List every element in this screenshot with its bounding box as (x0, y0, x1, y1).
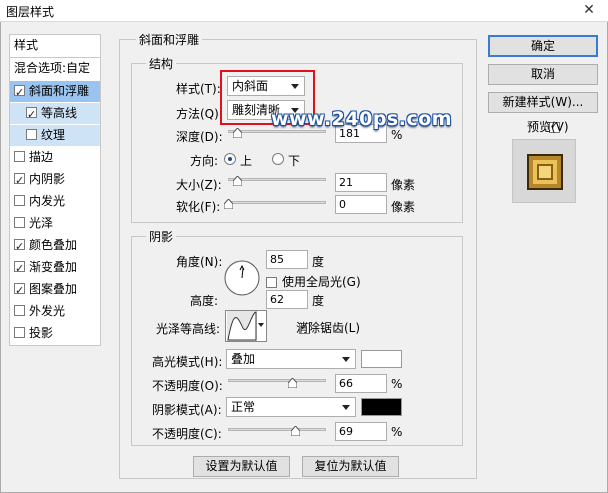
checkbox-outer-glow[interactable] (14, 305, 25, 316)
checkbox-texture[interactable] (26, 129, 37, 140)
style-item-bevel-emboss[interactable]: 斜面和浮雕 (10, 81, 100, 103)
soften-input[interactable]: 0 (335, 195, 387, 214)
chevron-down-icon (342, 357, 350, 362)
highlight-opacity-label: 不透明度(O): (152, 379, 223, 393)
highlight-opacity-slider-thumb[interactable] (288, 378, 297, 388)
preview-swatch-icon (527, 154, 563, 190)
depth-label: 深度(D): (176, 130, 223, 144)
checkbox-bevel-emboss[interactable] (14, 82, 25, 103)
altitude-input[interactable]: 62 (266, 290, 308, 309)
size-slider-track[interactable] (228, 178, 326, 181)
altitude-label: 高度: (190, 294, 219, 308)
style-preview-thumbnail (512, 139, 576, 203)
style-item-pattern-overlay[interactable]: 图案叠加 (10, 279, 100, 301)
direction-up-label: 上 (240, 154, 253, 168)
checkbox-inner-shadow[interactable] (14, 170, 25, 191)
soften-slider-track[interactable] (228, 201, 326, 204)
soften-unit: 像素 (391, 200, 416, 214)
blend-options-item[interactable]: 混合选项:自定 (10, 57, 100, 78)
checkbox-inner-glow[interactable] (14, 195, 25, 206)
direction-label: 方向: (190, 154, 219, 168)
global-light-checkbox[interactable] (266, 277, 277, 288)
angle-input[interactable]: 85 (266, 250, 308, 269)
style-item-stroke[interactable]: 描边 (10, 147, 100, 168)
style-item-gradient-overlay[interactable]: 渐变叠加 (10, 257, 100, 279)
contour-curve-icon (227, 311, 257, 341)
altitude-unit: 度 (312, 294, 325, 308)
ok-button[interactable]: 确定 (488, 35, 598, 57)
shadow-opacity-unit: % (391, 425, 403, 439)
checkbox-stroke[interactable] (14, 151, 25, 162)
style-item-texture[interactable]: 纹理 (10, 125, 100, 146)
style-item-inner-shadow[interactable]: 内阴影 (10, 169, 100, 191)
gloss-contour-picker[interactable] (225, 310, 267, 342)
style-item-color-overlay[interactable]: 颜色叠加 (10, 235, 100, 257)
preview-label: 预览(V) (527, 120, 569, 134)
highlight-opacity-input[interactable]: 66 (335, 374, 387, 393)
style-item-satin[interactable]: 光泽 (10, 213, 100, 234)
style-item-inner-glow[interactable]: 内发光 (10, 191, 100, 212)
depth-unit: % (391, 128, 403, 142)
angle-unit: 度 (312, 255, 325, 269)
soften-slider-thumb[interactable] (224, 199, 233, 209)
checkbox-color-overlay[interactable] (14, 236, 25, 257)
chevron-down-icon (342, 405, 350, 410)
size-slider-thumb[interactable] (233, 176, 242, 186)
new-style-button[interactable]: 新建样式(W)... (488, 92, 598, 113)
checkbox-pattern-overlay[interactable] (14, 280, 25, 301)
chevron-down-icon (258, 323, 264, 327)
direction-up-radio[interactable] (224, 153, 236, 165)
watermark-text: www.240ps.com (271, 108, 453, 130)
size-unit: 像素 (391, 178, 416, 192)
gloss-contour-label: 光泽等高线: (156, 322, 221, 336)
checkbox-satin[interactable] (14, 217, 25, 228)
style-list: 样式 混合选项:自定 斜面和浮雕 等高线 纹理 描边 内阴影 内发光 光泽 颜色… (9, 34, 101, 346)
cancel-button[interactable]: 取消 (488, 64, 598, 85)
style-item-outer-glow[interactable]: 外发光 (10, 301, 100, 322)
checkbox-drop-shadow[interactable] (14, 327, 25, 338)
styles-header[interactable]: 样式 (10, 35, 100, 56)
highlight-mode-label: 高光模式(H): (152, 355, 223, 369)
shadow-mode-select[interactable]: 正常 (226, 397, 356, 417)
style-item-drop-shadow[interactable]: 投影 (10, 323, 100, 344)
set-default-button[interactable]: 设置为默认值 (193, 456, 290, 477)
shadow-color-swatch[interactable] (361, 398, 402, 416)
shadow-opacity-slider-track[interactable] (228, 428, 326, 431)
shading-title: 阴影 (146, 228, 177, 245)
highlight-opacity-unit: % (391, 377, 403, 391)
shadow-opacity-label: 不透明度(C): (152, 427, 222, 441)
method-label: 方法(Q): (176, 107, 223, 121)
shadow-mode-label: 阴影模式(A): (152, 403, 222, 417)
highlight-mode-select[interactable]: 叠加 (226, 349, 356, 369)
checkbox-contour[interactable] (26, 104, 37, 125)
highlight-opacity-slider-track[interactable] (228, 379, 326, 382)
highlight-color-swatch[interactable] (361, 350, 402, 368)
antialias-label: 消除锯齿(L) (296, 321, 361, 335)
angle-label: 角度(N): (176, 255, 223, 269)
bevel-emboss-title: 斜面和浮雕 (136, 31, 203, 48)
shadow-opacity-input[interactable]: 69 (335, 422, 387, 441)
angle-dial[interactable] (224, 260, 260, 296)
checkbox-gradient-overlay[interactable] (14, 258, 25, 279)
window-title: 图层样式 (6, 5, 55, 19)
depth-slider-track[interactable] (228, 130, 326, 133)
style-label: 样式(T): (176, 82, 221, 96)
shadow-opacity-slider-thumb[interactable] (291, 426, 300, 436)
structure-title: 结构 (146, 55, 177, 72)
depth-slider-thumb[interactable] (233, 128, 242, 138)
direction-down-radio[interactable] (272, 153, 284, 165)
soften-label: 软化(F): (176, 200, 221, 214)
close-icon[interactable]: ✕ (574, 1, 604, 20)
size-label: 大小(Z): (176, 178, 222, 192)
global-light-label: 使用全局光(G) (282, 275, 361, 289)
reset-default-button[interactable]: 复位为默认值 (302, 456, 399, 477)
style-item-contour[interactable]: 等高线 (10, 103, 100, 125)
direction-down-label: 下 (288, 154, 301, 168)
title-bar: 图层样式 ✕ (0, 0, 608, 22)
angle-dial-icon (224, 260, 260, 296)
size-input[interactable]: 21 (335, 173, 387, 192)
